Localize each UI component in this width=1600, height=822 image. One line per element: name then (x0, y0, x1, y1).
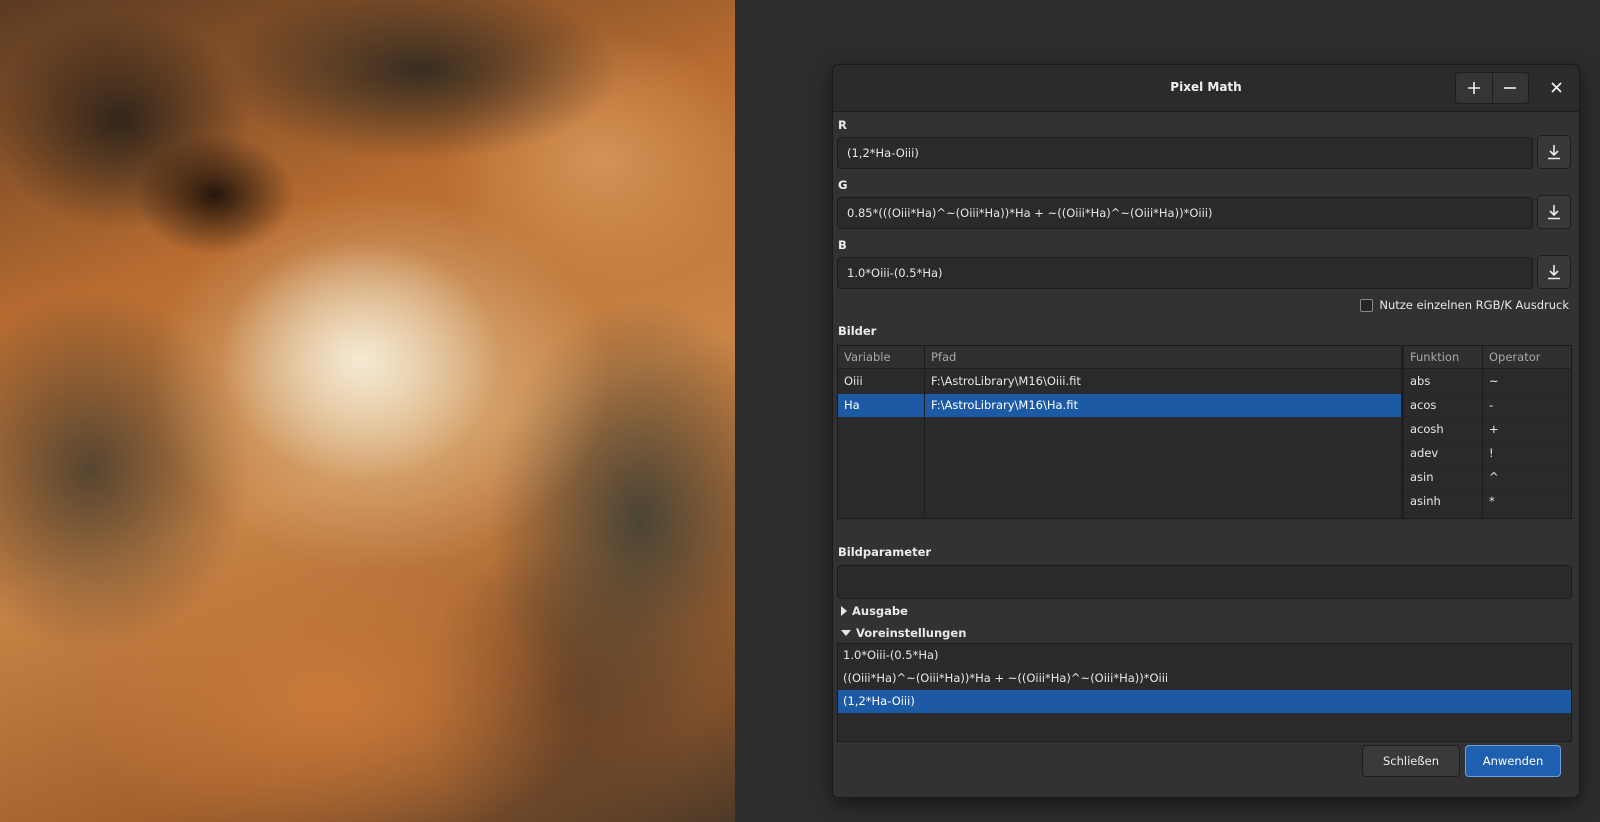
single-expression-checkbox[interactable] (1360, 298, 1374, 312)
single-expression-label: Nutze einzelnen RGB/K Ausdruck (1379, 298, 1569, 312)
g-label: G (838, 178, 848, 192)
row-variable: Ha (844, 398, 860, 412)
expand-right-icon (841, 606, 847, 616)
operator-item[interactable]: ~ (1483, 370, 1571, 393)
g-expression-field[interactable]: 0.85*(((Oiii*Ha)^~(Oiii*Ha))*Ha + ~((Oii… (837, 197, 1533, 229)
close-dialog-button[interactable]: Schließen (1362, 745, 1460, 777)
minus-icon (1504, 87, 1517, 89)
params-section-label: Bildparameter (838, 545, 932, 559)
single-expression-option[interactable]: Nutze einzelnen RGB/K Ausdruck (1360, 298, 1569, 312)
operator-item[interactable]: ! (1483, 442, 1571, 465)
images-section-label: Bilder (838, 324, 877, 338)
list-item[interactable]: ((Oiii*Ha)^~(Oiii*Ha))*Ha + ~((Oiii*Ha)^… (838, 667, 1571, 690)
params-field[interactable] (837, 565, 1572, 599)
r-expression-field[interactable]: (1,2*Ha-Oiii) (837, 137, 1533, 169)
b-load-button[interactable] (1537, 255, 1571, 289)
apply-button[interactable]: Anwenden (1465, 745, 1561, 777)
function-item[interactable]: asin (1404, 466, 1482, 489)
output-expander[interactable]: Ausgabe (841, 604, 908, 618)
table-row[interactable]: Oiii F:\AstroLibrary\M16\Oiii.fit (838, 370, 1401, 393)
column-divider (924, 346, 925, 518)
table-row[interactable]: Ha F:\AstroLibrary\M16\Ha.fit (838, 394, 1401, 417)
operator-item[interactable]: + (1483, 418, 1571, 441)
nebula-image (0, 0, 735, 822)
column-header-function[interactable]: Funktion (1404, 346, 1482, 369)
expand-down-icon (841, 630, 851, 636)
plus-icon (1467, 82, 1480, 94)
function-item[interactable]: asinh (1404, 490, 1482, 513)
presets-expander[interactable]: Voreinstellungen (841, 626, 966, 640)
operator-item[interactable]: * (1483, 490, 1571, 513)
output-label: Ausgabe (852, 604, 908, 618)
presets-label: Voreinstellungen (856, 626, 967, 640)
dialog-titlebar: Pixel Math (833, 65, 1579, 112)
column-header-variable[interactable]: Variable (838, 346, 925, 369)
remove-button[interactable] (1491, 73, 1529, 103)
close-icon (1550, 81, 1562, 93)
b-expression-field[interactable]: 1.0*Oiii-(0.5*Ha) (837, 257, 1533, 289)
function-item[interactable]: abs (1404, 370, 1482, 393)
download-icon (1548, 205, 1560, 220)
r-load-button[interactable] (1537, 135, 1571, 169)
column-header-path[interactable]: Pfad (925, 346, 1401, 369)
b-label: B (838, 238, 847, 252)
close-button[interactable] (1541, 73, 1571, 101)
operator-item[interactable]: - (1483, 394, 1571, 417)
column-header-operator[interactable]: Operator (1483, 346, 1571, 369)
r-label: R (838, 118, 847, 132)
download-icon (1548, 145, 1560, 160)
row-path: F:\AstroLibrary\M16\Ha.fit (931, 398, 1078, 412)
operator-item[interactable]: ^ (1483, 466, 1571, 489)
images-table: Variable Pfad Funktion Operator Oiii F:\… (837, 345, 1572, 519)
list-item[interactable]: 1.0*Oiii-(0.5*Ha) (838, 644, 1571, 667)
function-item[interactable]: acos (1404, 394, 1482, 417)
list-item[interactable]: (1,2*Ha-Oiii) (838, 690, 1571, 713)
function-item[interactable]: acosh (1404, 418, 1482, 441)
add-remove-group (1455, 72, 1529, 104)
row-variable: Oiii (844, 374, 863, 388)
row-path: F:\AstroLibrary\M16\Oiii.fit (931, 374, 1081, 388)
presets-list: 1.0*Oiii-(0.5*Ha) ((Oiii*Ha)^~(Oiii*Ha))… (837, 643, 1572, 742)
g-load-button[interactable] (1537, 195, 1571, 229)
function-item[interactable]: adev (1404, 442, 1482, 465)
download-icon (1548, 265, 1560, 280)
add-button[interactable] (1456, 73, 1492, 103)
pixel-math-dialog: Pixel Math R (1,2*Ha-Oiii) G 0.85*(((Oii… (832, 64, 1580, 798)
